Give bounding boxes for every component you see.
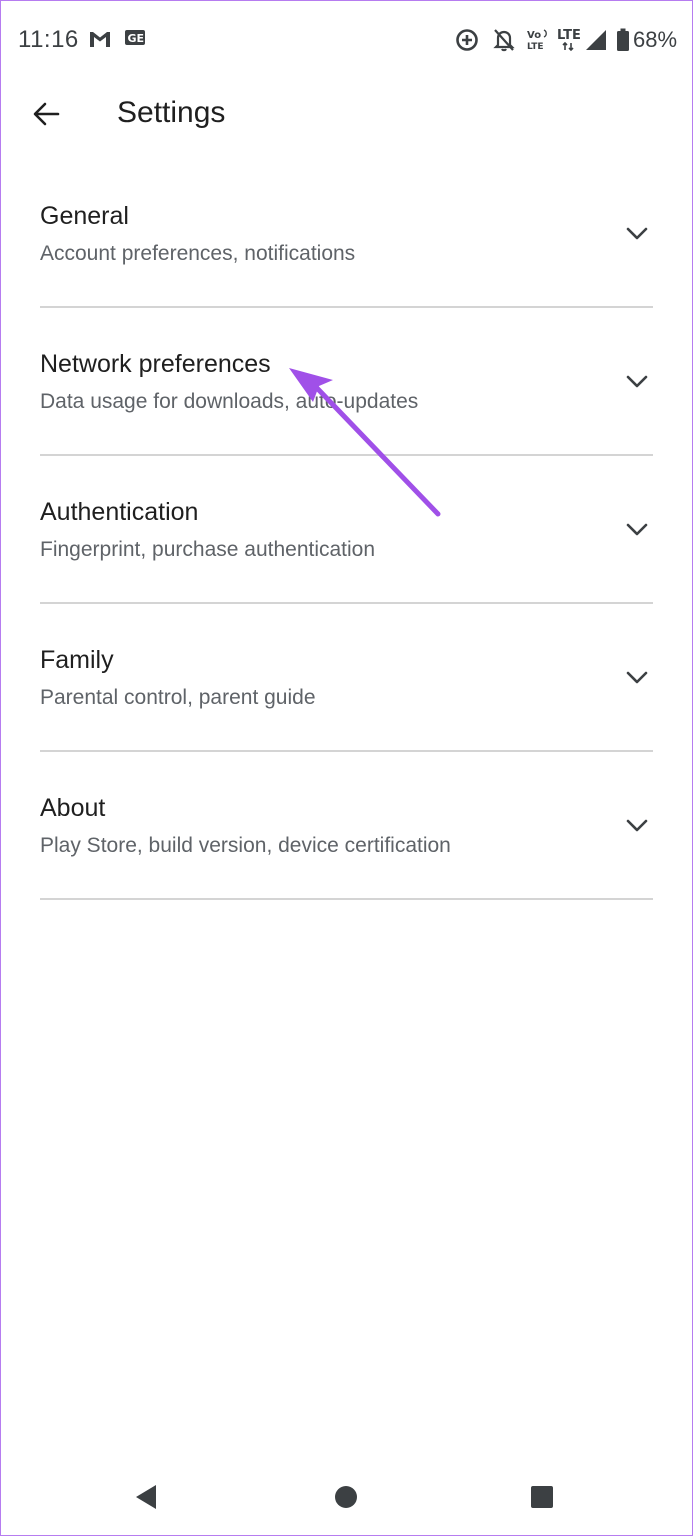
ge-app-icon: GE [124, 28, 146, 53]
signal-icon [585, 29, 607, 56]
settings-item-network-preferences[interactable]: Network preferences Data usage for downl… [0, 308, 693, 456]
nav-home-button[interactable] [326, 1477, 366, 1517]
lte-icon: LTE [556, 27, 584, 58]
data-saver-icon [454, 27, 480, 58]
item-subtitle: Account preferences, notifications [40, 242, 356, 265]
status-time: 11:16 [18, 26, 79, 53]
item-title: About [40, 794, 106, 822]
battery-icon [616, 28, 630, 57]
svg-text:Vo: Vo [527, 30, 541, 41]
battery-percentage: 68% [633, 27, 678, 52]
item-title: Network preferences [40, 350, 271, 378]
settings-item-family[interactable]: Family Parental control, parent guide [0, 604, 693, 752]
svg-text:LTE: LTE [527, 42, 544, 52]
chevron-down-icon[interactable] [624, 664, 650, 690]
chevron-down-icon[interactable] [624, 368, 650, 394]
divider [40, 898, 653, 900]
nav-home-icon [335, 1486, 357, 1508]
chevron-down-icon[interactable] [624, 812, 650, 838]
item-subtitle: Fingerprint, purchase authentication [40, 538, 376, 561]
item-title: Authentication [40, 498, 199, 526]
item-subtitle: Data usage for downloads, auto-updates [40, 390, 419, 413]
item-title: General [40, 202, 129, 230]
navigation-bar [0, 1455, 693, 1535]
page-title: Settings [117, 96, 226, 129]
notifications-off-icon [492, 27, 516, 58]
svg-text:GE: GE [128, 32, 145, 45]
settings-item-authentication[interactable]: Authentication Fingerprint, purchase aut… [0, 456, 693, 604]
nav-back-button[interactable] [126, 1477, 166, 1517]
settings-item-general[interactable]: General Account preferences, notificatio… [0, 160, 693, 308]
settings-list: General Account preferences, notificatio… [0, 160, 693, 900]
item-subtitle: Play Store, build version, device certif… [40, 834, 451, 857]
nav-back-icon [136, 1485, 156, 1509]
gmail-icon [88, 28, 112, 55]
settings-item-about[interactable]: About Play Store, build version, device … [0, 752, 693, 900]
back-button[interactable] [22, 90, 70, 138]
item-subtitle: Parental control, parent guide [40, 686, 316, 709]
status-bar: 11:16 GE Vo LTE LTE 68% [0, 0, 693, 80]
chevron-down-icon[interactable] [624, 220, 650, 246]
volte-icon: Vo LTE [526, 28, 552, 57]
nav-recents-button[interactable] [522, 1477, 562, 1517]
chevron-down-icon[interactable] [624, 516, 650, 542]
svg-text:LTE: LTE [557, 28, 581, 43]
back-arrow-icon [33, 102, 60, 126]
nav-recents-icon [531, 1486, 553, 1508]
item-title: Family [40, 646, 114, 674]
